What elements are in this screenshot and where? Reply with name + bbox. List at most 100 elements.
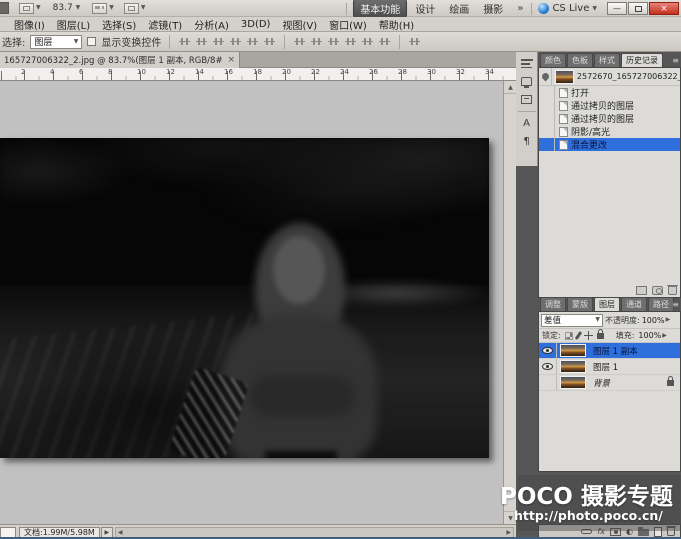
blend-mode-dropdown[interactable]: 差值 ▼ xyxy=(541,314,603,327)
new-group-icon[interactable] xyxy=(638,529,649,536)
scroll-left-icon[interactable]: ◀ xyxy=(118,529,123,536)
cs-live-button[interactable]: CS Live ▼ xyxy=(538,3,597,14)
panel-tab[interactable]: 历史记录 xyxy=(621,53,663,67)
delete-state-icon[interactable] xyxy=(668,286,677,295)
scroll-right-icon[interactable]: ▶ xyxy=(506,529,511,536)
visibility-toggle[interactable] xyxy=(539,359,557,374)
layer-row[interactable]: 背景 xyxy=(539,375,680,391)
lock-pixels-icon[interactable] xyxy=(574,331,582,340)
history-brush-well[interactable] xyxy=(539,68,552,85)
panel-menu-icon[interactable]: ≡ xyxy=(672,300,679,309)
history-step-row[interactable]: 阴影/高光 xyxy=(539,125,680,138)
screen-mode-button[interactable]: ▼ xyxy=(124,3,146,14)
opacity-control[interactable]: 100% ▶ xyxy=(642,316,671,325)
panel-tab[interactable]: 路径 xyxy=(648,297,674,311)
history-step-row[interactable]: 通过拷贝的图层 xyxy=(539,99,680,112)
close-document-icon[interactable]: × xyxy=(227,55,235,65)
panel-tab[interactable]: 图层 xyxy=(594,297,620,311)
history-brush-well[interactable] xyxy=(539,138,555,151)
layer-row[interactable]: 图层 1 xyxy=(539,359,680,375)
menu-item[interactable]: 滤镜(T) xyxy=(142,17,188,32)
panel-tab[interactable]: 色板 xyxy=(567,53,593,67)
delete-layer-icon[interactable] xyxy=(667,527,675,536)
auto-select-dropdown[interactable]: 图层 ▼ xyxy=(30,35,82,49)
arrange-documents-button[interactable]: ▼ xyxy=(92,3,114,14)
history-step-row[interactable]: 通过拷贝的图层 xyxy=(539,112,680,125)
history-brush-well[interactable] xyxy=(539,125,555,138)
history-brush-well[interactable] xyxy=(539,99,555,112)
minimize-button[interactable]: — xyxy=(607,2,627,15)
workspace-button[interactable]: 绘画 xyxy=(443,0,475,17)
add-layer-mask-icon[interactable] xyxy=(610,528,621,536)
distribute-left-edges-icon[interactable] xyxy=(344,36,357,47)
align-bottom-edges-icon[interactable] xyxy=(212,36,225,47)
workspace-button[interactable]: 摄影 xyxy=(477,0,509,17)
clone-source-panel-icon[interactable] xyxy=(518,74,536,89)
distribute-bottom-edges-icon[interactable] xyxy=(327,36,340,47)
align-left-edges-icon[interactable] xyxy=(229,36,242,47)
history-step-row[interactable]: 打开 xyxy=(539,86,680,99)
distribute-horizontal-centers-icon[interactable] xyxy=(361,36,374,47)
show-transform-checkbox[interactable] xyxy=(87,37,96,46)
align-top-edges-icon[interactable] xyxy=(178,36,191,47)
history-step-row[interactable]: 混合更改 xyxy=(539,138,680,151)
history-brush-well[interactable] xyxy=(539,86,555,99)
menu-item[interactable]: 图层(L) xyxy=(51,17,96,32)
brush-panel-icon[interactable] xyxy=(518,56,536,71)
history-snapshot-row[interactable]: 2572670_165727006322_2.jpg xyxy=(539,68,680,86)
new-snapshot-icon[interactable] xyxy=(652,286,663,295)
bridge-icon[interactable] xyxy=(0,2,9,14)
status-flyout-button[interactable]: ▶ xyxy=(101,527,113,538)
align-right-edges-icon[interactable] xyxy=(263,36,276,47)
close-button[interactable]: × xyxy=(649,2,679,15)
distribute-right-edges-icon[interactable] xyxy=(378,36,391,47)
menu-item[interactable]: 选择(S) xyxy=(96,17,142,32)
new-layer-icon[interactable] xyxy=(654,527,662,537)
visibility-toggle[interactable] xyxy=(539,375,557,390)
panel-tab[interactable]: 颜色 xyxy=(540,53,566,67)
menu-item[interactable]: 3D(D) xyxy=(235,19,277,30)
adjustment-layer-icon[interactable]: ◐ xyxy=(626,528,633,536)
menu-item[interactable]: 窗口(W) xyxy=(323,17,373,32)
menu-item[interactable]: 图像(I) xyxy=(8,17,51,32)
menu-item[interactable]: 帮助(H) xyxy=(373,17,420,32)
layer-thumbnail[interactable] xyxy=(560,360,586,373)
auto-align-layers-icon[interactable] xyxy=(408,36,421,47)
workspace-button[interactable]: 基本功能 xyxy=(353,0,407,18)
character-panel-icon[interactable]: A xyxy=(518,116,536,131)
link-layers-icon[interactable] xyxy=(581,529,592,534)
history-brush-well[interactable] xyxy=(539,112,555,125)
align-horizontal-centers-icon[interactable] xyxy=(246,36,259,47)
paragraph-panel-icon[interactable]: ¶ xyxy=(518,134,536,149)
workspace-button[interactable]: 设计 xyxy=(409,0,441,17)
layer-thumbnail[interactable] xyxy=(560,344,586,357)
panel-tab[interactable]: 调整 xyxy=(540,297,566,311)
view-extras-button[interactable]: ▼ xyxy=(19,3,41,14)
lock-position-icon[interactable] xyxy=(584,331,593,340)
panel-menu-icon[interactable]: ≡ xyxy=(672,56,679,65)
lock-transparency-icon[interactable] xyxy=(565,332,573,340)
snapshot-thumbnail[interactable] xyxy=(555,70,574,84)
document-tab[interactable]: 165727006322_2.jpg @ 83.7%(图层 1 副本, RGB/… xyxy=(0,52,240,68)
info-panel-icon[interactable] xyxy=(518,92,536,107)
fill-control[interactable]: 100% ▶ xyxy=(638,331,667,340)
layer-style-icon[interactable]: fx xyxy=(597,528,605,536)
workspace-overflow-button[interactable]: » xyxy=(515,3,525,14)
vertical-scrollbar[interactable]: ▲ ▼ xyxy=(503,81,516,524)
visibility-toggle[interactable] xyxy=(539,343,557,358)
menu-item[interactable]: 视图(V) xyxy=(276,17,323,32)
restore-button[interactable] xyxy=(628,2,648,15)
zoom-level-control[interactable]: 83.7 ▼ xyxy=(51,3,83,13)
lock-all-icon[interactable] xyxy=(597,333,604,339)
panel-tab[interactable]: 样式 xyxy=(594,53,620,67)
panel-tab[interactable]: 蒙版 xyxy=(567,297,593,311)
layer-row[interactable]: 图层 1 副本 xyxy=(539,343,680,359)
distribute-top-edges-icon[interactable] xyxy=(293,36,306,47)
canvas-image[interactable] xyxy=(0,138,489,458)
horizontal-ruler[interactable]: 246810121416182022242628303234 xyxy=(0,68,516,81)
status-zoom-field[interactable] xyxy=(0,527,16,538)
menu-item[interactable]: 分析(A) xyxy=(188,17,235,32)
panel-tab[interactable]: 通道 xyxy=(621,297,647,311)
align-vertical-centers-icon[interactable] xyxy=(195,36,208,47)
distribute-vertical-centers-icon[interactable] xyxy=(310,36,323,47)
